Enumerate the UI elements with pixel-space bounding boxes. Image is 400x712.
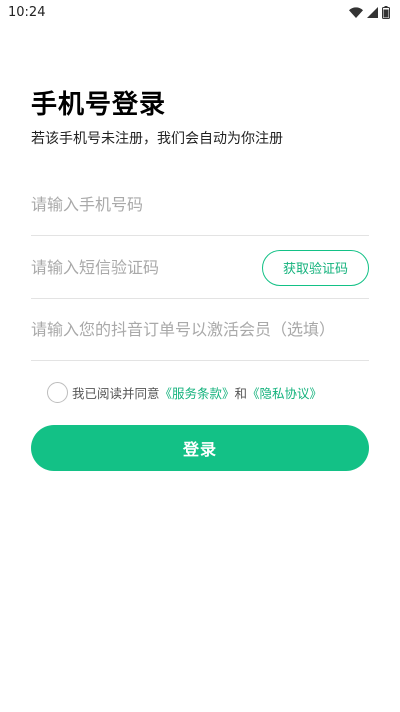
status-time: 10:24 [8, 4, 46, 20]
status-icons [349, 5, 390, 19]
get-code-button[interactable]: 获取验证码 [262, 249, 369, 286]
privacy-link[interactable]: 《隐私协议》 [247, 383, 322, 402]
page-subtitle: 若该手机号未注册，我们会自动为你注册 [31, 131, 283, 147]
order-row [31, 299, 369, 361]
agreement: 我已阅读并同意 《服务条款》 和 《隐私协议》 [47, 381, 322, 403]
phone-input[interactable] [31, 184, 369, 225]
cell-signal-icon [367, 6, 378, 18]
agree-checkbox[interactable] [47, 381, 68, 403]
wifi-icon [349, 6, 363, 18]
order-number-input[interactable] [31, 309, 369, 350]
agreement-prefix: 我已阅读并同意 [72, 385, 160, 401]
code-row: 获取验证码 [31, 237, 369, 299]
login-button[interactable]: 登录 [31, 425, 369, 471]
status-bar: 10:24 [0, 0, 400, 24]
sms-code-input[interactable] [31, 247, 262, 288]
login-screen: 10:24 手机号登录 若该手机号未注册，我们会自动为你注册 请输入手机号码 请… [0, 0, 400, 712]
page-title: 手机号登录 [31, 90, 167, 120]
terms-link[interactable]: 《服务条款》 [160, 383, 235, 402]
battery-icon [382, 5, 390, 19]
phone-row [31, 174, 369, 236]
agreement-conjunction: 和 [234, 385, 248, 401]
